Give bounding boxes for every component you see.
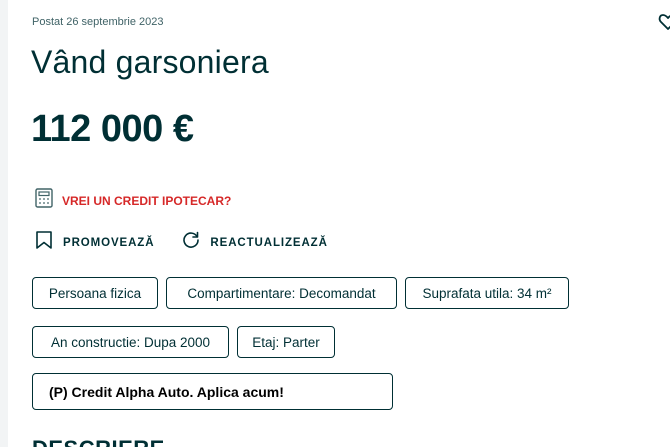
mortgage-credit-label: VREI UN CREDIT IPOTECAR?: [62, 193, 232, 208]
tag-seller-type: Persoana fizica: [32, 277, 158, 309]
tag-construction-year: An constructie: Dupa 2000: [32, 326, 229, 358]
listing-price: 112 000 €: [31, 108, 194, 150]
description-heading: DESCRIERE: [32, 436, 165, 447]
refresh-label: REACTUALIZEAZĂ: [210, 236, 328, 249]
bookmark-icon: [35, 230, 53, 255]
listing-title: Vând garsoniera: [31, 44, 269, 80]
promote-label: PROMOVEAZĂ: [63, 236, 155, 249]
listing-actions: PROMOVEAZĂ REACTUALIZEAZĂ: [35, 230, 328, 255]
tag-floor: Etaj: Parter: [237, 326, 335, 358]
refresh-button[interactable]: REACTUALIZEAZĂ: [182, 231, 327, 254]
sponsored-credit-ad[interactable]: (P) Credit Alpha Auto. Aplica acum!: [32, 373, 393, 410]
tag-layout: Compartimentare: Decomandat: [166, 277, 397, 309]
tag-usable-area: Suprafata utila: 34 m²: [405, 277, 569, 309]
calculator-icon: [35, 188, 53, 213]
listing-card: Postat 26 septembrie 2023 Vând garsonier…: [8, 0, 670, 447]
favorite-heart-icon[interactable]: [658, 12, 670, 32]
mortgage-credit-link[interactable]: VREI UN CREDIT IPOTECAR?: [35, 188, 231, 213]
refresh-icon: [182, 231, 200, 254]
posted-date: Postat 26 septembrie 2023: [32, 16, 164, 28]
page: Postat 26 septembrie 2023 Vând garsonier…: [0, 0, 670, 447]
promote-button[interactable]: PROMOVEAZĂ: [35, 230, 154, 255]
